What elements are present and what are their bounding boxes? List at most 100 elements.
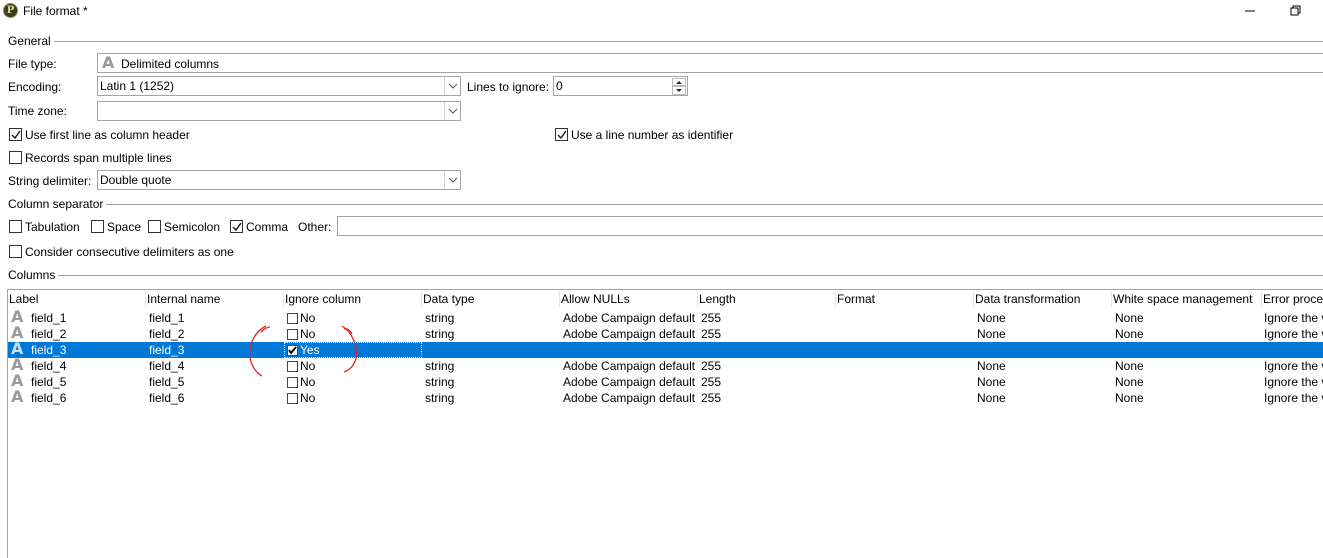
- time-zone-select[interactable]: [97, 101, 461, 121]
- header-separator[interactable]: [973, 291, 974, 307]
- spin-down-icon[interactable]: [672, 86, 686, 95]
- header-separator[interactable]: [1261, 291, 1262, 307]
- spin-up-icon[interactable]: [672, 78, 686, 86]
- column-header-error-processing[interactable]: Error proces: [1263, 292, 1323, 306]
- minimize-icon[interactable]: [1240, 1, 1260, 21]
- row-transformation: None: [977, 375, 1006, 389]
- header-separator[interactable]: [697, 291, 698, 307]
- file-type-field[interactable]: A Delimited columns: [97, 53, 1323, 73]
- header-separator[interactable]: [283, 291, 284, 307]
- header-separator[interactable]: [145, 291, 146, 307]
- tabulation-checkbox[interactable]: [9, 220, 22, 233]
- row-label: field_5: [31, 375, 67, 389]
- time-zone-label: Time zone:: [8, 104, 67, 118]
- use-line-number-checkbox[interactable]: [555, 128, 568, 141]
- table-row[interactable]: A field_2 field_2 No string Adobe Campai…: [8, 325, 1323, 342]
- ignore-checkbox[interactable]: [287, 329, 298, 340]
- space-checkbox[interactable]: [91, 220, 104, 233]
- column-header-data-transformation[interactable]: Data transformation: [975, 292, 1080, 306]
- header-separator[interactable]: [1111, 291, 1112, 307]
- app-icon: P: [3, 3, 18, 18]
- row-transformation: None: [977, 327, 1006, 341]
- column-header-length[interactable]: Length: [699, 292, 736, 306]
- string-delimiter-value: Double quote: [100, 173, 172, 187]
- tabulation-label: Tabulation: [25, 220, 80, 234]
- header-separator[interactable]: [835, 291, 836, 307]
- text-field-icon: A: [11, 387, 24, 406]
- row-label: field_4: [31, 359, 67, 373]
- use-line-number-label: Use a line number as identifier: [571, 128, 734, 142]
- comma-checkbox[interactable]: [230, 220, 243, 233]
- column-header-ignore-column[interactable]: Ignore column: [285, 292, 361, 306]
- table-row-selected[interactable]: A field_3 field_3 Yes: [8, 341, 1323, 358]
- space-label: Space: [107, 220, 142, 234]
- chevron-down-icon[interactable]: [444, 102, 460, 120]
- chevron-down-icon[interactable]: [444, 171, 460, 189]
- row-data-type: string: [425, 391, 455, 405]
- row-allow-nulls: Adobe Campaign default: [563, 391, 696, 405]
- table-row[interactable]: A field_1 field_1 No string Adobe Campai…: [8, 309, 1323, 326]
- row-label: field_2: [31, 327, 67, 341]
- other-input[interactable]: [337, 216, 1323, 236]
- column-header-label[interactable]: Label: [9, 292, 38, 306]
- row-transformation: None: [977, 311, 1006, 325]
- row-data-type: string: [425, 375, 455, 389]
- row-data-type: string: [425, 327, 455, 341]
- encoding-select[interactable]: Latin 1 (1252): [97, 76, 461, 96]
- column-header-data-type[interactable]: Data type: [423, 292, 474, 306]
- semicolon-checkbox[interactable]: [148, 220, 161, 233]
- table-row[interactable]: A field_5 field_5 No string Adobe Campai…: [8, 373, 1323, 390]
- row-length: 255: [701, 375, 722, 389]
- column-header-allow-nulls[interactable]: Allow NULLs: [561, 292, 630, 306]
- ignore-checkbox[interactable]: [287, 393, 298, 404]
- lines-to-ignore-stepper[interactable]: 0: [553, 76, 688, 96]
- window-title: File format *: [23, 4, 88, 18]
- row-length: 255: [701, 391, 722, 405]
- row-internal-name: field_6: [149, 391, 185, 405]
- other-label: Other:: [298, 220, 332, 234]
- column-header-format[interactable]: Format: [837, 292, 875, 306]
- string-delimiter-label: String delimiter:: [8, 174, 92, 188]
- columns-divider: [8, 275, 1323, 276]
- string-delimiter-select[interactable]: Double quote: [97, 170, 461, 190]
- row-white-space: None: [1115, 375, 1144, 389]
- row-error-processing: Ignore the v: [1264, 391, 1323, 405]
- row-label: field_6: [31, 391, 67, 405]
- columns-group-label: Columns: [8, 268, 59, 282]
- row-allow-nulls: Adobe Campaign default: [563, 311, 696, 325]
- row-allow-nulls: Adobe Campaign default: [563, 375, 696, 389]
- lines-to-ignore-label: Lines to ignore:: [467, 80, 550, 94]
- consecutive-delimiters-checkbox[interactable]: [9, 245, 22, 258]
- file-type-value: Delimited columns: [121, 57, 220, 71]
- row-error-processing: Ignore the v: [1264, 359, 1323, 373]
- restore-icon[interactable]: [1286, 1, 1306, 21]
- use-first-line-checkbox[interactable]: [9, 128, 22, 141]
- row-ignore: No: [300, 359, 316, 373]
- header-separator[interactable]: [421, 291, 422, 307]
- column-header-white-space-management[interactable]: White space management: [1113, 292, 1252, 306]
- row-ignore: No: [300, 375, 316, 389]
- header-separator[interactable]: [559, 291, 560, 307]
- records-span-checkbox[interactable]: [9, 151, 22, 164]
- ignore-checkbox[interactable]: [287, 361, 298, 372]
- row-error-processing: Ignore the v: [1264, 311, 1323, 325]
- table-row[interactable]: A field_4 field_4 No string Adobe Campai…: [8, 357, 1323, 374]
- row-error-processing: Ignore the v: [1264, 375, 1323, 389]
- row-length: 255: [701, 327, 722, 341]
- row-white-space: None: [1115, 327, 1144, 341]
- records-span-label: Records span multiple lines: [25, 151, 172, 165]
- row-length: 255: [701, 311, 722, 325]
- general-divider: [8, 41, 1323, 42]
- column-header-internal-name[interactable]: Internal name: [147, 292, 220, 306]
- ignore-checkbox[interactable]: [287, 345, 298, 356]
- row-allow-nulls: Adobe Campaign default: [563, 327, 696, 341]
- row-data-type: string: [425, 359, 455, 373]
- ignore-checkbox[interactable]: [287, 377, 298, 388]
- comma-label: Comma: [246, 220, 289, 234]
- table-row[interactable]: A field_6 field_6 No string Adobe Campai…: [8, 387, 1323, 406]
- chevron-down-icon[interactable]: [444, 77, 460, 95]
- ignore-checkbox[interactable]: [287, 313, 298, 324]
- row-data-type: string: [425, 311, 455, 325]
- row-internal-name: field_1: [149, 311, 185, 325]
- row-internal-name: field_4: [149, 359, 185, 373]
